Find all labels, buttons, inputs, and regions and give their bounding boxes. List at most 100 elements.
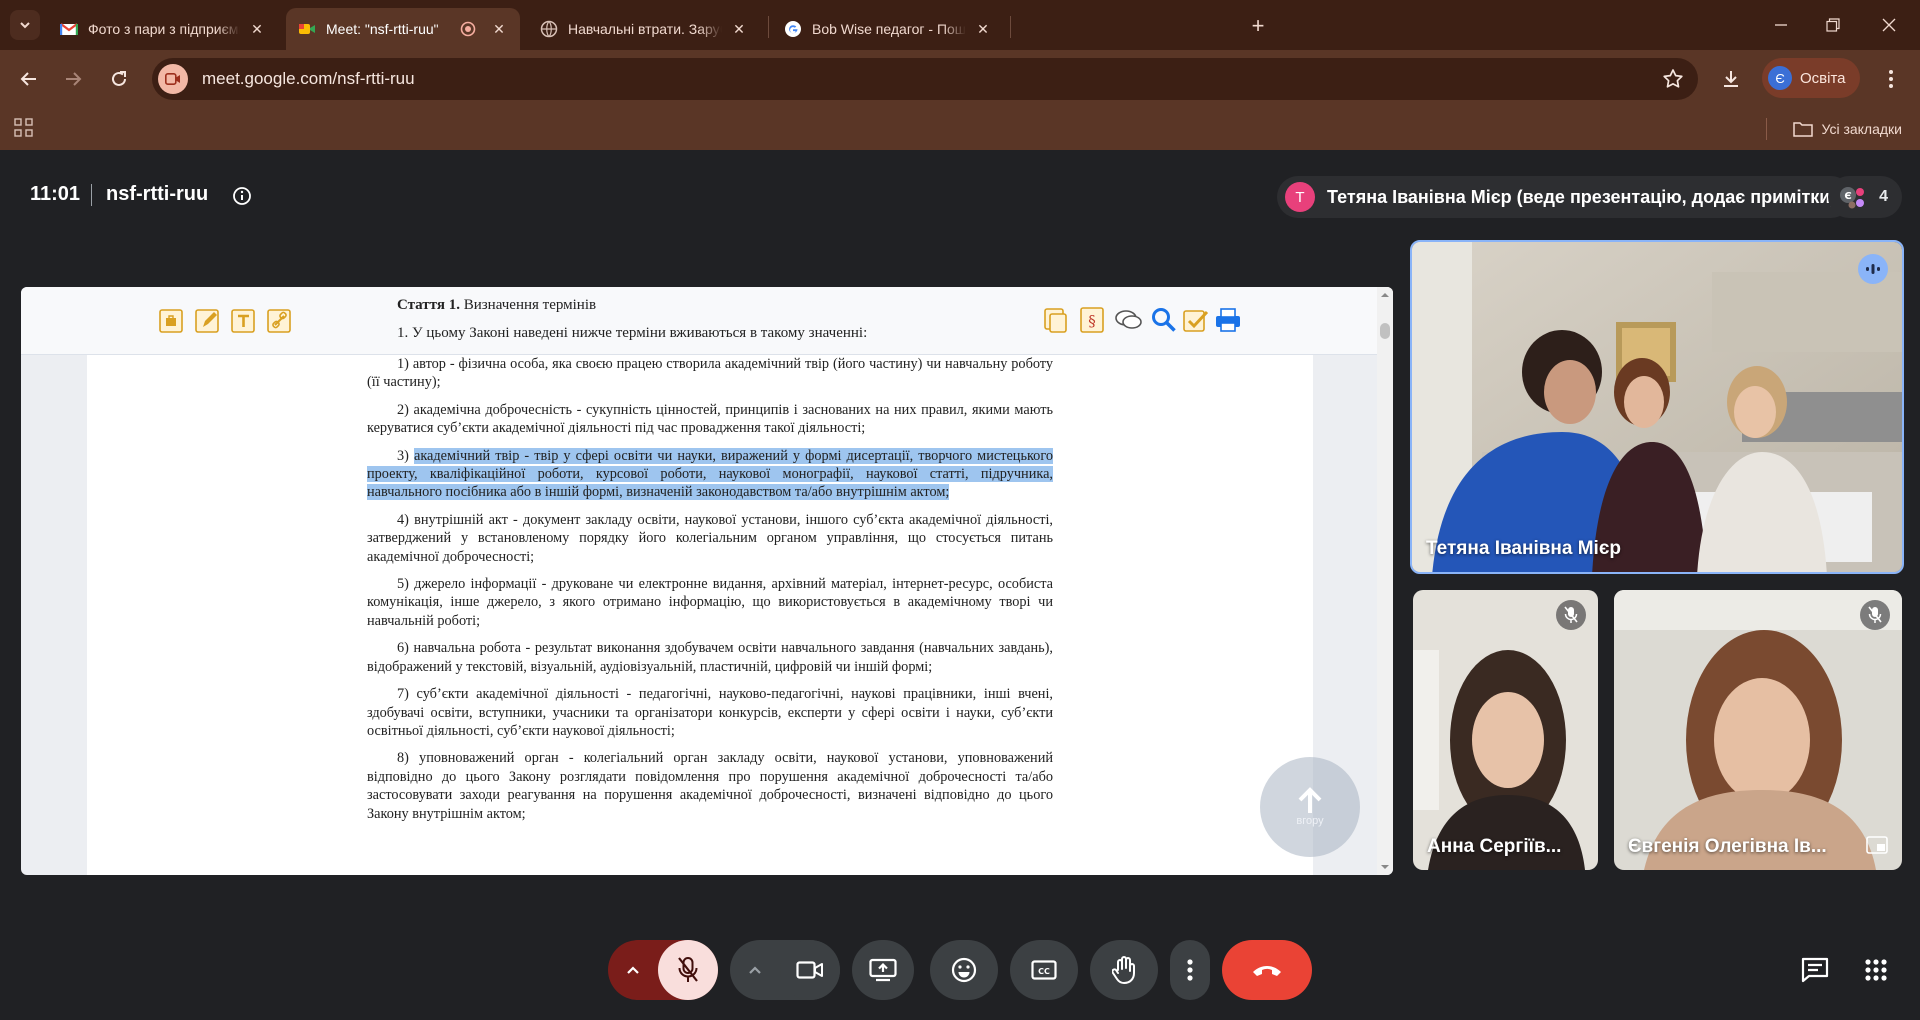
captions-button[interactable]: CC [1010,940,1078,1000]
paragraph-number: 8) [397,750,409,767]
briefcase-doc-icon[interactable] [157,305,187,335]
mic-options-button[interactable] [608,940,658,1000]
document-scrollbar[interactable] [1377,287,1393,875]
print-icon[interactable] [1213,305,1243,335]
star-icon[interactable] [1662,68,1684,90]
all-bookmarks-button[interactable]: Усі закладки [1793,116,1902,142]
definition-paragraph: 4) внутрішній акт - документ закладу осв… [367,511,1053,566]
presenter-chip[interactable]: T Тетяна Іванівна Мієр (веде презентацію… [1277,176,1853,218]
paragraph-text: уповноважений орган - колегіальний орган… [367,750,1054,822]
scroll-down-arrow-icon[interactable] [1377,861,1393,873]
present-screen-icon [869,958,897,982]
divider [91,184,92,206]
present-button[interactable] [852,940,914,1000]
reload-button[interactable] [104,64,134,94]
video-tile-participant[interactable]: Анна Сергіїв... [1413,590,1598,870]
close-icon[interactable]: ✕ [730,20,748,38]
info-icon[interactable] [232,186,252,206]
text-doc-icon[interactable] [229,305,259,335]
paragraph-number: 6) [397,640,409,657]
camera-button[interactable] [780,940,840,1000]
microphone-button[interactable] [658,940,718,1000]
reactions-button[interactable] [930,940,998,1000]
forward-button[interactable] [58,64,88,94]
more-options-button[interactable] [1170,940,1210,1000]
participant-video [1614,590,1902,870]
copy-doc-icon[interactable] [1041,305,1071,335]
meeting-code: nsf-rtti-ruu [106,183,209,205]
close-icon[interactable]: ✕ [974,20,992,38]
comments-icon[interactable] [1113,305,1143,335]
address-bar[interactable]: meet.google.com/nsf-rtti-ruu [152,58,1698,100]
tab-gmail[interactable]: Фото з пари з підприємцем - у ✕ [48,8,278,50]
apps-icon[interactable] [14,118,34,138]
video-tile-speaker[interactable]: Тетяна Іванівна Мієр [1410,240,1904,574]
minimize-button[interactable] [1766,12,1796,38]
bookmarks-bar: Усі закладки [0,108,1920,150]
camera-options-button[interactable] [730,940,780,1000]
checklist-icon[interactable] [1181,305,1211,335]
tab-search-button[interactable] [10,10,40,40]
definition-paragraph: 8) уповноважений орган - колегіальний ор… [367,749,1053,823]
meet-stage: 11:01 nsf-rtti-ruu T Тетяна Іванівна Міє… [0,150,1920,1020]
participant-video [1412,242,1902,572]
downloads-button[interactable] [1716,64,1746,94]
activities-icon[interactable] [1864,958,1888,982]
mic-off-icon [1868,606,1882,623]
recording-icon [460,21,476,37]
law-section-icon[interactable]: § [1077,305,1107,335]
svg-text:Є: Є [1844,191,1851,202]
scroll-up-arrow-icon[interactable] [1377,289,1393,301]
definition-paragraph: 1) автор - фізична особа, яка своєю прац… [367,355,1053,392]
audio-wave-icon [1866,264,1880,274]
paragraph-number: 2) [397,401,409,418]
folder-icon [1793,122,1814,137]
divider [1766,118,1767,140]
people-button[interactable]: Є 4 [1828,176,1902,218]
paragraph-number: 5) [397,576,409,593]
tab-title: Bob Wise педагог - Пошук Goo [812,21,966,37]
chat-icon[interactable] [1801,957,1829,983]
restore-button[interactable] [1818,12,1848,38]
edit-doc-icon[interactable] [193,305,223,335]
camera-site-icon[interactable] [158,64,188,94]
scroll-thumb[interactable] [1380,323,1390,339]
new-tab-button[interactable]: + [1244,12,1272,40]
close-icon[interactable]: ✕ [248,20,266,38]
reload-icon [112,71,126,86]
camera-control-group [730,940,840,1000]
participant-name: Анна Сергіїв... [1427,836,1562,857]
search-icon[interactable] [1149,305,1179,335]
muted-indicator [1860,600,1890,630]
tab-google-search[interactable]: Bob Wise педагог - Пошук Goo ✕ [772,8,1004,50]
article-heading: Стаття 1. Визначення термінів [397,297,596,314]
avatar: Є [1768,66,1792,90]
menu-button[interactable] [1876,64,1906,94]
tab-meet[interactable]: Meet: "nsf-rtti-ruu" ✕ [286,8,520,50]
presentation-view[interactable]: 1) автор - фізична особа, яка своєю прац… [21,287,1393,875]
definition-paragraph: 3) академічний твір - твір у сфері освіт… [367,447,1053,502]
tab-learning-losses[interactable]: Навчальні втрати. Зарубіжні ка ✕ [528,8,760,50]
scroll-to-top-button[interactable]: вгору [1260,757,1360,857]
link-doc-icon[interactable] [265,305,295,335]
video-tile-participant[interactable]: Євгенія Олегівна Ів... [1614,590,1902,870]
people-count: 4 [1879,188,1888,205]
leave-call-button[interactable] [1222,940,1312,1000]
download-icon [1724,71,1738,87]
document-body: 1) автор - фізична особа, яка своєю прац… [367,355,1053,832]
paragraph-number: 4) [397,511,409,528]
chevron-up-icon [627,966,639,974]
close-icon[interactable]: ✕ [490,20,508,38]
hand-icon [1112,956,1135,984]
arrow-left-icon [20,72,36,86]
svg-text:CC: CC [1038,967,1050,976]
restore-icon [1826,18,1840,32]
tab-strip: Фото з пари з підприємцем - у ✕ Meet: "n… [0,0,1920,50]
close-window-button[interactable] [1874,12,1904,38]
profile-button[interactable]: Є Освіта [1762,58,1860,98]
back-button[interactable] [14,64,44,94]
raise-hand-button[interactable] [1090,940,1158,1000]
paragraph-text: внутрішній акт - документ закладу освіти… [367,511,1053,565]
picture-in-picture-icon[interactable] [1866,836,1888,854]
paragraph-number: 3) [397,447,409,464]
